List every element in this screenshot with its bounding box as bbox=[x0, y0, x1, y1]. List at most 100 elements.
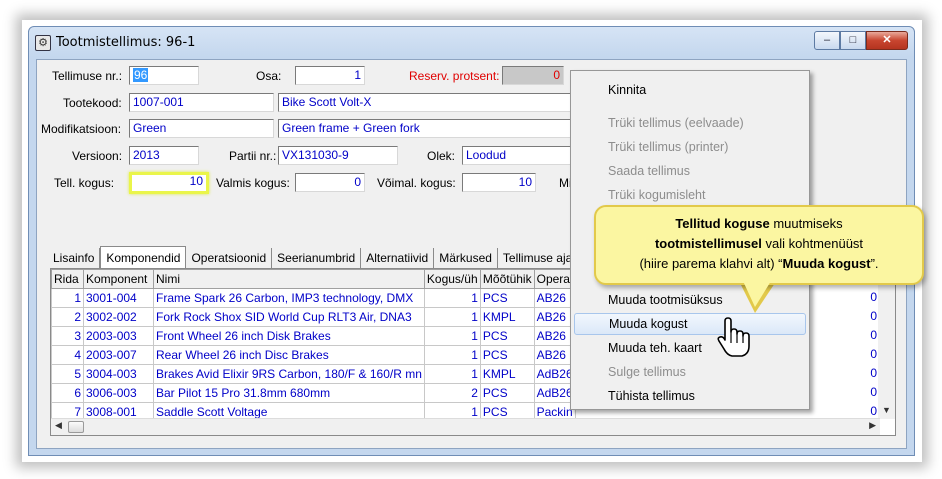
cell-komponent[interactable]: 3004-003 bbox=[83, 364, 154, 384]
version-field[interactable]: 2013 bbox=[129, 146, 199, 165]
reserve-field[interactable]: 0 bbox=[502, 66, 564, 85]
finished-qty-field[interactable]: 0 bbox=[295, 173, 365, 192]
horizontal-scroll-thumb[interactable] bbox=[68, 421, 84, 433]
components-table: Rida Komponent Nimi Kogus/üh Mõõtühik Op… bbox=[51, 269, 577, 422]
col-header-komponent[interactable]: Komponent bbox=[83, 269, 154, 289]
cell-nimi[interactable]: Rear Wheel 26 inch Disc Brakes bbox=[153, 345, 425, 365]
menu-item-close-order[interactable]: Sulge tellimus bbox=[574, 361, 806, 383]
cell-kogus[interactable]: 1 bbox=[423, 307, 481, 327]
tab-operatsioonid[interactable]: Operatsioonid bbox=[186, 248, 273, 268]
tab-komponendid[interactable]: Komponendid bbox=[100, 246, 187, 269]
menu-item-kinnita[interactable]: Kinnita bbox=[574, 79, 806, 101]
menu-item-change-quantity[interactable]: Muuda kogust bbox=[574, 313, 806, 335]
cell-rida[interactable]: 5 bbox=[51, 364, 84, 384]
table-row[interactable]: 3 2003-003 Front Wheel 26 inch Disk Brak… bbox=[51, 326, 577, 346]
cell-rida[interactable]: 4 bbox=[51, 345, 84, 365]
scroll-left-arrow-icon[interactable]: ◀ bbox=[55, 420, 62, 431]
cell-komponent[interactable]: 3006-003 bbox=[83, 383, 154, 403]
table-row[interactable]: 1 3001-004 Frame Spark 26 Carbon, IMP3 t… bbox=[51, 288, 577, 308]
batch-field[interactable]: VX131030-9 bbox=[278, 146, 398, 165]
cell-rida[interactable]: 3 bbox=[51, 326, 84, 346]
menu-item-print-preview[interactable]: Trüki tellimus (eelvaade) bbox=[574, 112, 806, 134]
table-row[interactable]: 6 3006-003 Bar Pilot 15 Pro 31.8mm 680mm… bbox=[51, 383, 577, 403]
cell-rida[interactable]: 6 bbox=[51, 383, 84, 403]
cell-kogus[interactable]: 1 bbox=[423, 288, 481, 308]
modification-desc-field[interactable]: Green frame + Green fork bbox=[278, 119, 574, 138]
cell-uhik[interactable]: PCS bbox=[479, 383, 535, 403]
cell-last[interactable]: 0 bbox=[863, 326, 877, 345]
cell-nimi[interactable]: Fork Rock Shox SID World Cup RLT3 Air, D… bbox=[153, 307, 425, 327]
cell-rida[interactable]: 1 bbox=[51, 288, 84, 308]
cell-rida[interactable]: 2 bbox=[51, 307, 84, 327]
cell-kogus[interactable]: 1 bbox=[423, 345, 481, 365]
menu-item-print-printer[interactable]: Trüki tellimus (printer) bbox=[574, 136, 806, 158]
horizontal-scrollbar[interactable]: ◀ ▶ bbox=[51, 418, 880, 435]
col-header-rida[interactable]: Rida bbox=[51, 269, 84, 289]
cell-uhik[interactable]: KMPL bbox=[479, 307, 535, 327]
cell-nimi[interactable]: Frame Spark 26 Carbon, IMP3 technology, … bbox=[153, 288, 425, 308]
menu-item-send-order[interactable]: Saada tellimus bbox=[574, 160, 806, 182]
cell-nimi[interactable]: Front Wheel 26 inch Disk Brakes bbox=[153, 326, 425, 346]
cell-uhik[interactable]: PCS bbox=[479, 345, 535, 365]
cell-uhik[interactable]: PCS bbox=[479, 288, 535, 308]
cell-kogus[interactable]: 1 bbox=[423, 364, 481, 384]
callout-text-4: ”. bbox=[870, 256, 879, 271]
product-name-field[interactable]: Bike Scott Volt-X bbox=[278, 93, 574, 112]
menu-item-cancel-order[interactable]: Tühista tellimus bbox=[574, 385, 806, 407]
batch-label: Partii nr.: bbox=[229, 149, 277, 163]
modification-label: Modifikatsioon: bbox=[41, 122, 122, 136]
cell-last[interactable]: 0 bbox=[863, 288, 877, 307]
maximize-button[interactable]: □ bbox=[840, 31, 866, 50]
modification-field[interactable]: Green bbox=[129, 119, 274, 138]
possible-qty-field[interactable]: 10 bbox=[462, 173, 536, 192]
callout-text-1: muutmiseks bbox=[769, 216, 843, 231]
version-label: Versioon: bbox=[72, 149, 123, 163]
vertical-scrollbar[interactable]: ▼ bbox=[878, 269, 895, 419]
menu-item-change-tech-card[interactable]: Muuda teh. kaart bbox=[574, 337, 806, 359]
hand-pointer-cursor-icon bbox=[717, 317, 750, 357]
col-header-mootuhik[interactable]: Mõõtühik bbox=[479, 269, 535, 289]
cell-komponent[interactable]: 2003-007 bbox=[83, 345, 154, 365]
cell-nimi[interactable]: Brakes Avid Elixir 9RS Carbon, 180/F & 1… bbox=[153, 364, 425, 384]
title-bar[interactable]: ⚙ Tootmistellimus: 96-1 – □ ✕ bbox=[29, 27, 914, 59]
cell-komponent[interactable]: 2003-003 bbox=[83, 326, 154, 346]
cell-last[interactable]: 0 bbox=[863, 383, 877, 402]
tab-alternatiivid[interactable]: Alternatiivid bbox=[361, 248, 435, 268]
status-field[interactable]: Loodud bbox=[462, 146, 574, 165]
cell-last[interactable]: 0 bbox=[863, 345, 877, 364]
cell-nimi[interactable]: Bar Pilot 15 Pro 31.8mm 680mm bbox=[153, 383, 425, 403]
scroll-right-arrow-icon[interactable]: ▶ bbox=[869, 420, 876, 431]
cell-komponent[interactable]: 3001-004 bbox=[83, 288, 154, 308]
cell-kogus[interactable]: 2 bbox=[423, 383, 481, 403]
cell-komponent[interactable]: 3002-002 bbox=[83, 307, 154, 327]
cell-uhik[interactable]: KMPL bbox=[479, 364, 535, 384]
order-no-label: Tellimuse nr.: bbox=[52, 69, 123, 83]
cell-uhik[interactable]: PCS bbox=[479, 326, 535, 346]
tab-seerianumbrid[interactable]: Seerianumbrid bbox=[272, 248, 362, 268]
product-code-field[interactable]: 1007-001 bbox=[129, 93, 274, 112]
callout-bold-2: tootmistellimusel bbox=[654, 236, 762, 251]
app-gear-icon: ⚙ bbox=[35, 35, 51, 51]
last-column-values: 0 0 0 0 0 0 0 bbox=[863, 288, 877, 421]
col-header-kogus[interactable]: Kogus/üh bbox=[423, 269, 481, 289]
ordered-qty-field[interactable]: 10 bbox=[129, 172, 209, 194]
scroll-down-arrow-icon[interactable]: ▼ bbox=[882, 405, 891, 415]
menu-item-print-picklist[interactable]: Trüki kogumisleht bbox=[574, 184, 806, 206]
cell-last[interactable]: 0 bbox=[863, 307, 877, 326]
table-row[interactable]: 4 2003-007 Rear Wheel 26 inch Disc Brake… bbox=[51, 345, 577, 365]
callout-tail-fill bbox=[743, 281, 771, 307]
tab-markused[interactable]: Märkused bbox=[434, 248, 498, 268]
table-row[interactable]: 5 3004-003 Brakes Avid Elixir 9RS Carbon… bbox=[51, 364, 577, 384]
cell-last[interactable]: 0 bbox=[863, 364, 877, 383]
col-header-nimi[interactable]: Nimi bbox=[153, 269, 425, 289]
order-no-field[interactable]: 96 bbox=[129, 66, 199, 85]
callout-text-2: vali kohtmenüüst bbox=[761, 236, 864, 251]
close-button[interactable]: ✕ bbox=[866, 31, 908, 50]
window-controls: – □ ✕ bbox=[814, 31, 908, 50]
tab-lisainfo[interactable]: Lisainfo bbox=[48, 248, 101, 268]
table-row[interactable]: 2 3002-002 Fork Rock Shox SID World Cup … bbox=[51, 307, 577, 327]
cell-kogus[interactable]: 1 bbox=[423, 326, 481, 346]
minimize-button[interactable]: – bbox=[814, 31, 840, 50]
part-field[interactable]: 1 bbox=[295, 66, 365, 85]
window-title: Tootmistellimus: 96-1 bbox=[56, 35, 196, 50]
